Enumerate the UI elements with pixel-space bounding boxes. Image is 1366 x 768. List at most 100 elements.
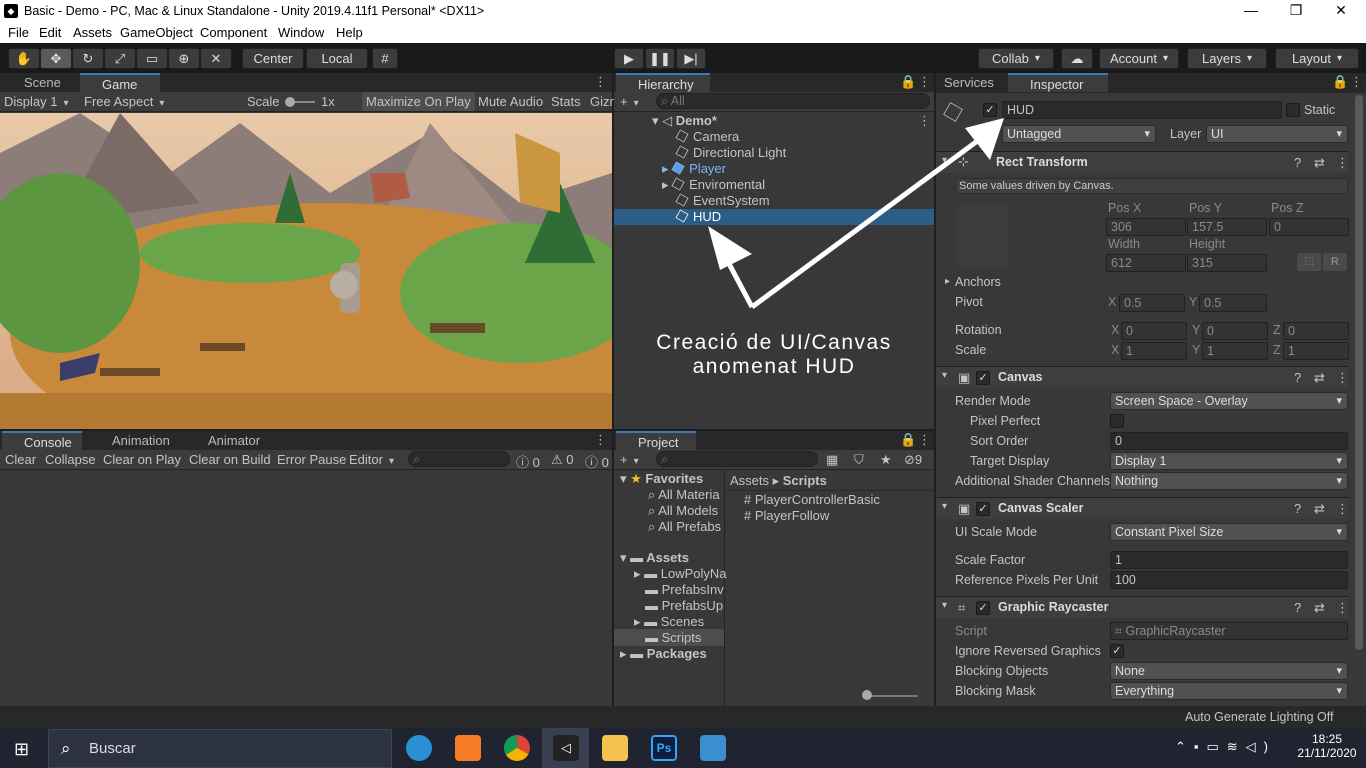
folder-prefabsinv[interactable]: ▬ PrefabsInv [645, 582, 724, 597]
search-by-label-icon[interactable]: ⛉ [854, 452, 864, 468]
log-count-toggle[interactable]: ⓘ 0 [516, 452, 540, 471]
tab-hierarchy[interactable]: Hierarchy [616, 73, 710, 92]
hand-tool-icon[interactable]: ✋ [8, 48, 40, 69]
pivot-x-field[interactable]: 0.5 [1119, 294, 1185, 312]
favorite-star-icon[interactable]: ★ [880, 452, 892, 468]
hierarchy-item-camera[interactable]: Camera [675, 129, 739, 144]
windows-start-icon[interactable]: ⊞ [14, 739, 29, 760]
pivot-y-field[interactable]: 0.5 [1199, 294, 1267, 312]
tab-animator[interactable]: Animator [186, 431, 272, 450]
shader-channels-dropdown[interactable]: Nothing [1110, 472, 1348, 490]
icon-size-slider-handle[interactable] [862, 690, 872, 700]
favorite-all-materials[interactable]: ⌕ All Materia [648, 487, 720, 503]
menu-assets[interactable]: Assets [73, 25, 112, 40]
scale-y-field[interactable]: 1 [1202, 342, 1268, 360]
clear-button[interactable]: Clear [5, 452, 36, 467]
account-dropdown[interactable]: Account [1099, 48, 1179, 69]
width-field[interactable]: 612 [1106, 254, 1186, 272]
rotation-y-field[interactable]: 0 [1202, 322, 1268, 340]
step-button[interactable]: ▶| [676, 48, 706, 69]
collapse-toggle[interactable]: Collapse [45, 452, 96, 467]
icon-size-slider[interactable] [864, 695, 918, 697]
folder-scripts[interactable]: ▬ Scripts [645, 630, 701, 645]
folder-scenes[interactable]: ▸ ▬ Scenes [634, 614, 704, 630]
pivot-local-button[interactable]: Local [306, 48, 368, 69]
play-button[interactable]: ▶ [614, 48, 644, 69]
canvas-scaler-header[interactable]: ▾ ▣ ✓ Canvas Scaler ? ⇄ ⋮ [936, 497, 1349, 519]
panel-menu-icon[interactable]: ⋮ [594, 74, 607, 90]
pivot-center-button[interactable]: Center [242, 48, 304, 69]
packages-folder[interactable]: ▸ ▬ Packages [620, 646, 707, 662]
folder-prefabsup[interactable]: ▬ PrefabsUp [645, 598, 723, 613]
component-menu-icon[interactable]: ⋮ [1336, 501, 1349, 517]
menu-window[interactable]: Window [278, 25, 324, 40]
inspector-lock-icon[interactable]: 🔒 [1332, 74, 1348, 90]
maximize-button[interactable]: ❐ [1281, 2, 1311, 19]
chrome-icon[interactable] [504, 735, 530, 761]
scale-factor-field[interactable]: 1 [1110, 551, 1348, 569]
raw-edit-button[interactable]: R [1323, 253, 1347, 271]
maximize-on-play-toggle[interactable]: Maximize On Play [362, 92, 475, 111]
search-by-type-icon[interactable]: ▦ [826, 452, 838, 468]
create-button[interactable]: + [620, 94, 639, 109]
tab-project[interactable]: Project [616, 431, 696, 450]
menu-file[interactable]: File [8, 25, 29, 40]
blocking-mask-dropdown[interactable]: Everything [1110, 682, 1348, 700]
blocking-objects-dropdown[interactable]: None [1110, 662, 1348, 680]
hierarchy-item-directional-light[interactable]: Directional Light [675, 145, 786, 160]
anchor-preset-icon[interactable] [957, 206, 1007, 266]
editor-dropdown[interactable]: Editor [349, 452, 394, 467]
mute-audio-toggle[interactable]: Mute Audio [478, 94, 543, 109]
breadcrumb-root[interactable]: Assets [730, 473, 769, 488]
sort-order-field[interactable]: 0 [1110, 432, 1348, 450]
menu-component[interactable]: Component [200, 25, 267, 40]
tab-inspector[interactable]: Inspector [1008, 73, 1108, 92]
tab-scene[interactable]: Scene [2, 73, 76, 92]
help-icon[interactable]: ? [1294, 155, 1301, 170]
minimize-button[interactable]: — [1236, 2, 1266, 18]
inspector-scrollbar[interactable] [1355, 95, 1363, 650]
tag-dropdown[interactable]: Untagged [1002, 125, 1156, 143]
preset-icon[interactable]: ⇄ [1314, 155, 1325, 171]
layer-dropdown[interactable]: UI [1206, 125, 1348, 143]
scale-x-field[interactable]: 1 [1121, 342, 1187, 360]
transform-tool-icon[interactable]: ⊕ [168, 48, 200, 69]
script-file-playercontrollerbasic[interactable]: # PlayerControllerBasic [744, 492, 880, 507]
posz-field[interactable]: 0 [1269, 218, 1349, 236]
clock[interactable]: 18:25 21/11/2020 [1297, 732, 1357, 760]
component-menu-icon[interactable]: ⋮ [1336, 370, 1349, 386]
inspector-menu-icon[interactable]: ⋮ [1350, 74, 1363, 90]
tab-services[interactable]: Services [922, 73, 1002, 92]
file-explorer-icon[interactable] [602, 735, 628, 761]
stats-toggle[interactable]: Stats [551, 94, 581, 109]
ppu-field[interactable]: 100 [1110, 571, 1348, 589]
preset-icon[interactable]: ⇄ [1314, 600, 1325, 616]
clear-on-build-toggle[interactable]: Clear on Build [189, 452, 271, 467]
tab-console[interactable]: Console [2, 431, 82, 450]
layers-dropdown[interactable]: Layers [1187, 48, 1267, 69]
cloud-icon[interactable]: ☁ [1061, 48, 1093, 69]
error-pause-toggle[interactable]: Error Pause [277, 452, 346, 467]
project-lock-icon[interactable]: 🔒 [900, 432, 916, 448]
project-create-button[interactable]: + [620, 452, 639, 467]
lock-icon[interactable]: 🔒 [900, 74, 916, 90]
help-icon[interactable]: ? [1294, 600, 1301, 615]
collab-button[interactable]: Collab [978, 48, 1054, 69]
pixel-perfect-checkbox[interactable] [1110, 414, 1124, 428]
warning-count-toggle[interactable]: ⚠ 0 [551, 452, 574, 468]
scale-tool-icon[interactable]: ⤢ [104, 48, 136, 69]
console-menu-icon[interactable]: ⋮ [594, 432, 607, 448]
rotation-z-field[interactable]: 0 [1283, 322, 1349, 340]
error-count-toggle[interactable]: ⓘ 0 [585, 452, 609, 471]
layout-dropdown[interactable]: Layout [1275, 48, 1359, 69]
pause-button[interactable]: ❚❚ [645, 48, 675, 69]
aspect-dropdown[interactable]: Free Aspect [84, 94, 238, 109]
scale-z-field[interactable]: 1 [1283, 342, 1349, 360]
height-field[interactable]: 315 [1187, 254, 1267, 272]
tab-animation[interactable]: Animation [90, 431, 184, 450]
lighting-status[interactable]: Auto Generate Lighting Off [1185, 710, 1333, 724]
tab-game[interactable]: Game [80, 73, 160, 92]
edge-icon[interactable] [406, 735, 432, 761]
project-menu-icon[interactable]: ⋮ [918, 432, 931, 448]
target-display-dropdown[interactable]: Display 1 [1110, 452, 1348, 470]
